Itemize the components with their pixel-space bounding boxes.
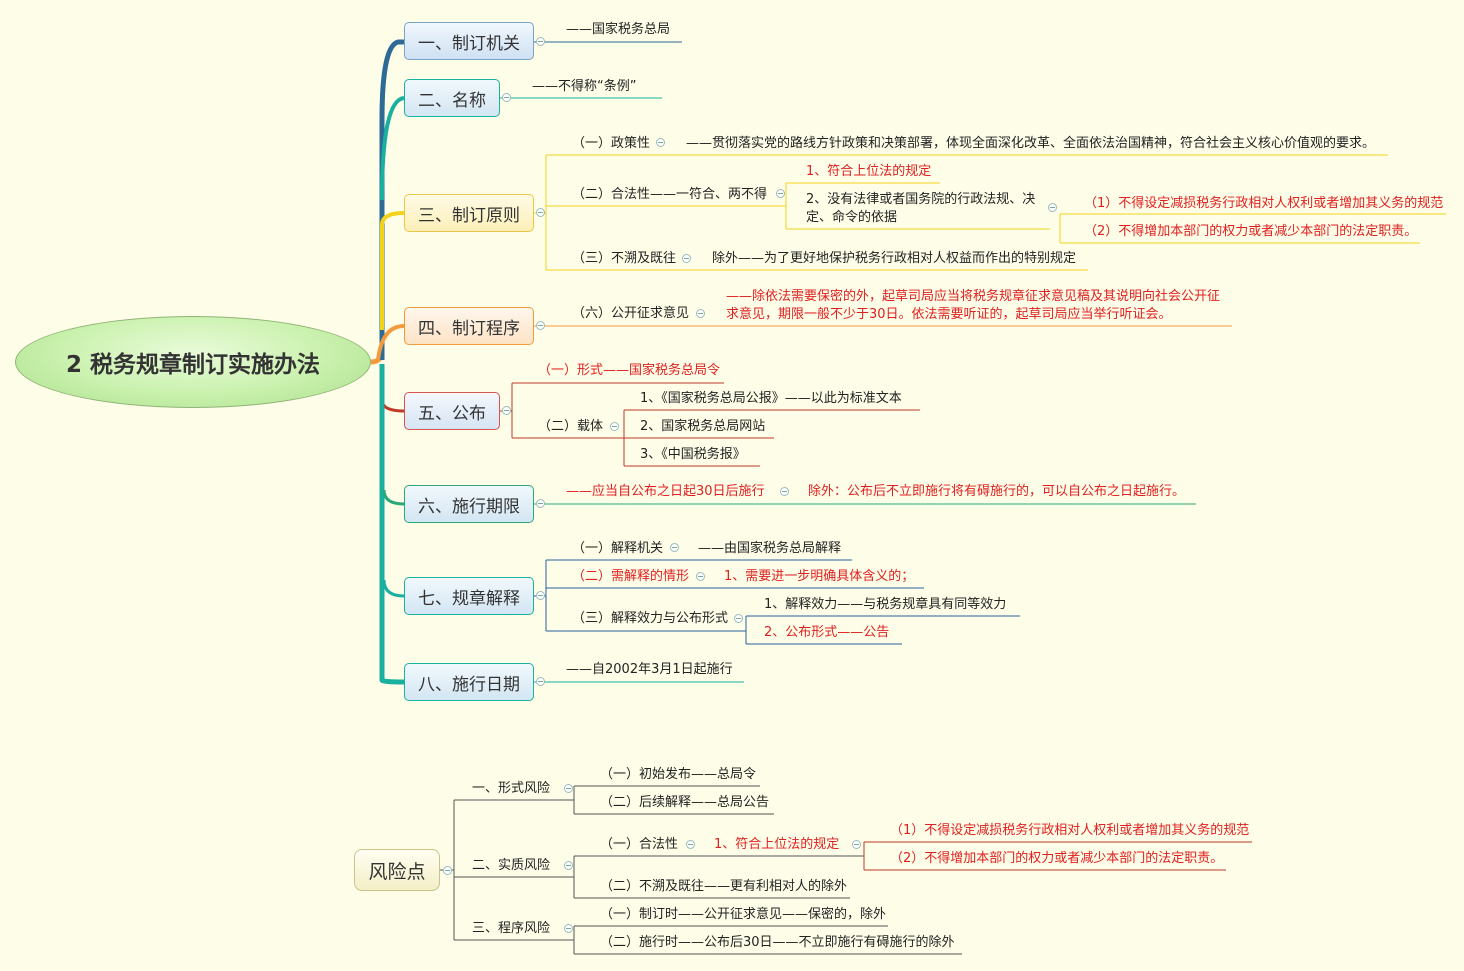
b5-c2: 2、国家税务总局网站 [640, 419, 766, 434]
b5-c3: 3、《中国税务报》 [640, 447, 746, 462]
collapse-toggle-icon[interactable] [1048, 203, 1057, 212]
collapse-toggle-icon[interactable] [656, 138, 665, 147]
branch-5-label: 五、公布 [418, 403, 486, 424]
collapse-toggle-icon[interactable] [502, 93, 511, 102]
branch-1-label: 一、制订机关 [418, 33, 520, 54]
b7-organ[interactable]: （一）解释机关 [572, 540, 663, 558]
b4-desc: ——除依法需要保密的外，起草司局应当将税务规章征求意见稿及其说明向社会公开征求意… [726, 289, 1221, 322]
branch-6-label: 六、施行期限 [418, 496, 520, 517]
risk-s1a[interactable]: 1、符合上位法的规定 [714, 836, 839, 854]
collapse-toggle-icon[interactable] [536, 321, 545, 330]
collapse-toggle-icon[interactable] [536, 499, 545, 508]
collapse-toggle-icon[interactable] [696, 309, 705, 318]
b3-retro[interactable]: （三）不溯及既往 [572, 250, 676, 268]
b7-need-desc: 1、需要进一步明确具体含义的； [724, 569, 915, 584]
root-title: 2 税务规章制订实施办法 [65, 352, 320, 378]
b6-exc: 除外：公布后不立即施行将有碍施行的，可以自公布之日起施行。 [808, 484, 1186, 499]
b3-leg2b: （2）不得增加本部门的权力或者减少本部门的法定职责。 [1084, 224, 1418, 239]
branch-8[interactable]: 八、施行日期 [404, 663, 534, 701]
b3-leg2a: （1）不得设定减损税务行政相对人权利或者增加其义务的规范 [1084, 196, 1444, 211]
b2-text: ——不得称“条例” [532, 79, 637, 94]
b3-leg2[interactable]: 2、没有法律或者国务院的行政法规、决定、命令的依据 [806, 191, 1038, 227]
branch-7[interactable]: 七、规章解释 [404, 577, 534, 615]
branch-3[interactable]: 三、制订原则 [404, 194, 534, 232]
b7-organ-desc: ——由国家税务总局解释 [698, 541, 842, 556]
collapse-toggle-icon[interactable] [564, 861, 573, 870]
branch-3-label: 三、制订原则 [418, 205, 520, 226]
b7-e2: 2、公布形式——公告 [764, 625, 890, 640]
risk-f2: （二）后续解释——总局公告 [600, 795, 770, 810]
branch-2-label: 二、名称 [418, 90, 486, 111]
collapse-toggle-icon[interactable] [536, 591, 545, 600]
risk-sub[interactable]: 二、实质风险 [472, 857, 550, 875]
collapse-toggle-icon[interactable] [610, 422, 619, 431]
branch-6[interactable]: 六、施行期限 [404, 485, 534, 523]
b5-c1: 1、《国家税务总局公报》——以此为标准文本 [640, 391, 902, 406]
collapse-toggle-icon[interactable] [670, 543, 679, 552]
b7-effect[interactable]: （三）解释效力与公布形式 [572, 610, 728, 628]
risk-title: 风险点 [368, 860, 426, 883]
b5-carrier[interactable]: （二）载体 [538, 418, 603, 436]
collapse-toggle-icon[interactable] [536, 208, 545, 217]
branch-4-label: 四、制订程序 [418, 318, 520, 339]
collapse-toggle-icon[interactable] [696, 572, 705, 581]
collapse-toggle-icon[interactable] [502, 406, 511, 415]
risk-f1: （一）初始发布——总局令 [600, 767, 757, 782]
branch-5[interactable]: 五、公布 [404, 392, 500, 430]
collapse-toggle-icon[interactable] [564, 784, 573, 793]
b4-item[interactable]: （六）公开征求意见 [572, 305, 689, 323]
branch-4[interactable]: 四、制订程序 [404, 307, 534, 345]
collapse-toggle-icon[interactable] [443, 866, 452, 875]
risk-s1[interactable]: （一）合法性 [600, 836, 678, 854]
b3-leg1: 1、符合上位法的规定 [806, 164, 932, 179]
collapse-toggle-icon[interactable] [686, 840, 695, 849]
collapse-toggle-icon[interactable] [734, 614, 743, 623]
b6-text[interactable]: ——应当自公布之日起30日后施行 [566, 483, 765, 501]
collapse-toggle-icon[interactable] [776, 189, 785, 198]
risk-form[interactable]: 一、形式风险 [472, 780, 550, 798]
collapse-toggle-icon[interactable] [536, 677, 545, 686]
risk-s2: （二）不溯及既往——更有利相对人的除外 [600, 879, 848, 894]
branch-2[interactable]: 二、名称 [404, 79, 500, 117]
collapse-toggle-icon[interactable] [852, 840, 861, 849]
collapse-toggle-icon[interactable] [536, 37, 545, 46]
risk-topic[interactable]: 风险点 [354, 849, 440, 891]
root-topic[interactable]: 2 税务规章制订实施办法 [15, 316, 371, 408]
b7-e1: 1、解释效力——与税务规章具有同等效力 [764, 597, 1007, 612]
risk-proc[interactable]: 三、程序风险 [472, 920, 550, 938]
b3-policy-desc: ——贯彻落实党的路线方针政策和决策部署，体现全面深化改革、全面依法治国精神，符合… [686, 136, 1376, 151]
risk-s1a2: （2）不得增加本部门的权力或者减少本部门的法定职责。 [890, 851, 1224, 866]
branch-7-label: 七、规章解释 [418, 588, 520, 609]
branch-1[interactable]: 一、制订机关 [404, 22, 534, 60]
b5-form: （一）形式——国家税务总局令 [538, 363, 721, 378]
risk-p1: （一）制订时——公开征求意见——保密的，除外 [600, 907, 887, 922]
b7-need[interactable]: （二）需解释的情形 [572, 568, 689, 586]
collapse-toggle-icon[interactable] [564, 924, 573, 933]
collapse-toggle-icon[interactable] [780, 487, 789, 496]
b3-legality[interactable]: （二）合法性——一符合、两不得 [572, 186, 767, 204]
risk-s1a1: （1）不得设定减损税务行政相对人权利或者增加其义务的规范 [890, 823, 1250, 838]
branch-8-label: 八、施行日期 [418, 674, 520, 695]
b8-text: ——自2002年3月1日起施行 [566, 662, 733, 677]
b3-policy[interactable]: （一）政策性 [572, 135, 650, 153]
risk-p2: （二）施行时——公布后30日——不立即施行有碍施行的除外 [600, 935, 955, 950]
b1-text: ——国家税务总局 [566, 22, 671, 37]
collapse-toggle-icon[interactable] [682, 254, 691, 263]
b3-retro-exc: 除外——为了更好地保护税务行政相对人权益而作出的特别规定 [712, 251, 1077, 266]
